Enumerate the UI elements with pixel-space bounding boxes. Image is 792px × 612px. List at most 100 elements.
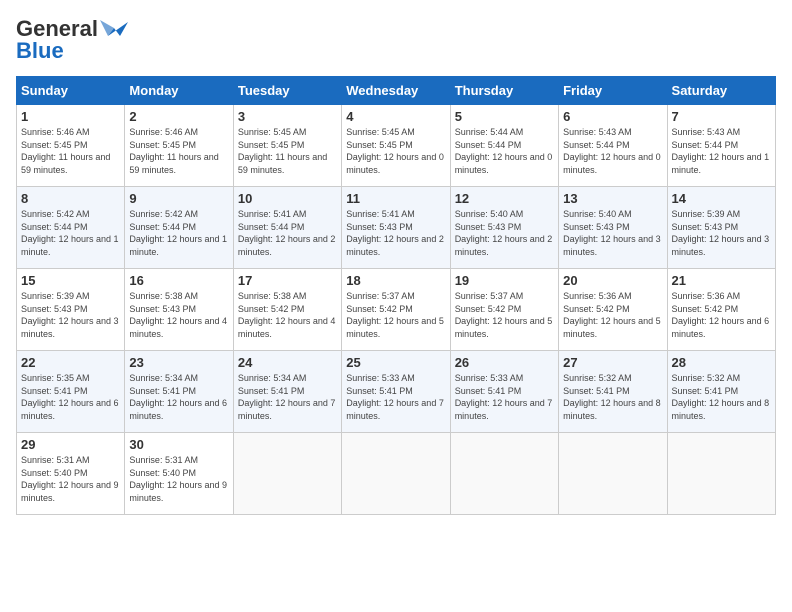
calendar-cell: 16 Sunrise: 5:38 AMSunset: 5:43 PMDayligh…	[125, 269, 233, 351]
calendar-cell: 11 Sunrise: 5:41 AMSunset: 5:43 PMDayligh…	[342, 187, 450, 269]
day-info: Sunrise: 5:37 AMSunset: 5:42 PMDaylight:…	[346, 290, 445, 340]
day-info: Sunrise: 5:44 AMSunset: 5:44 PMDaylight:…	[455, 126, 554, 176]
day-number: 27	[563, 355, 662, 370]
day-info: Sunrise: 5:33 AMSunset: 5:41 PMDaylight:…	[346, 372, 445, 422]
calendar-cell: 24 Sunrise: 5:34 AMSunset: 5:41 PMDayligh…	[233, 351, 341, 433]
col-header-sunday: Sunday	[17, 77, 125, 105]
logo: General Blue	[16, 16, 128, 64]
logo-blue: Blue	[16, 38, 64, 64]
day-info: Sunrise: 5:43 AMSunset: 5:44 PMDaylight:…	[672, 126, 771, 176]
day-number: 22	[21, 355, 120, 370]
calendar-week-0: 1 Sunrise: 5:46 AMSunset: 5:45 PMDaylight…	[17, 105, 776, 187]
col-header-monday: Monday	[125, 77, 233, 105]
day-info: Sunrise: 5:33 AMSunset: 5:41 PMDaylight:…	[455, 372, 554, 422]
day-info: Sunrise: 5:38 AMSunset: 5:43 PMDaylight:…	[129, 290, 228, 340]
calendar-cell: 30 Sunrise: 5:31 AMSunset: 5:40 PMDayligh…	[125, 433, 233, 515]
day-info: Sunrise: 5:42 AMSunset: 5:44 PMDaylight:…	[129, 208, 228, 258]
day-info: Sunrise: 5:38 AMSunset: 5:42 PMDaylight:…	[238, 290, 337, 340]
calendar-cell: 21 Sunrise: 5:36 AMSunset: 5:42 PMDayligh…	[667, 269, 775, 351]
day-info: Sunrise: 5:40 AMSunset: 5:43 PMDaylight:…	[563, 208, 662, 258]
calendar-cell: 18 Sunrise: 5:37 AMSunset: 5:42 PMDayligh…	[342, 269, 450, 351]
day-number: 23	[129, 355, 228, 370]
day-number: 14	[672, 191, 771, 206]
col-header-thursday: Thursday	[450, 77, 558, 105]
day-number: 26	[455, 355, 554, 370]
calendar-cell: 29 Sunrise: 5:31 AMSunset: 5:40 PMDayligh…	[17, 433, 125, 515]
col-header-tuesday: Tuesday	[233, 77, 341, 105]
day-number: 30	[129, 437, 228, 452]
calendar-cell: 10 Sunrise: 5:41 AMSunset: 5:44 PMDayligh…	[233, 187, 341, 269]
calendar-cell: 13Sunrise: 5:40 AMSunset: 5:43 PMDayligh…	[559, 187, 667, 269]
day-info: Sunrise: 5:35 AMSunset: 5:41 PMDaylight:…	[21, 372, 120, 422]
day-number: 25	[346, 355, 445, 370]
day-number: 7	[672, 109, 771, 124]
day-number: 21	[672, 273, 771, 288]
day-number: 12	[455, 191, 554, 206]
day-number: 29	[21, 437, 120, 452]
day-number: 20	[563, 273, 662, 288]
day-number: 4	[346, 109, 445, 124]
day-info: Sunrise: 5:41 AMSunset: 5:44 PMDaylight:…	[238, 208, 337, 258]
col-header-saturday: Saturday	[667, 77, 775, 105]
day-info: Sunrise: 5:45 AMSunset: 5:45 PMDaylight:…	[238, 126, 337, 176]
day-number: 5	[455, 109, 554, 124]
day-info: Sunrise: 5:37 AMSunset: 5:42 PMDaylight:…	[455, 290, 554, 340]
calendar-cell: 12 Sunrise: 5:40 AMSunset: 5:43 PMDayligh…	[450, 187, 558, 269]
calendar-cell: 5 Sunrise: 5:44 AMSunset: 5:44 PMDaylight…	[450, 105, 558, 187]
calendar-cell	[559, 433, 667, 515]
day-number: 18	[346, 273, 445, 288]
calendar-cell: 23 Sunrise: 5:34 AMSunset: 5:41 PMDayligh…	[125, 351, 233, 433]
day-number: 19	[455, 273, 554, 288]
day-info: Sunrise: 5:32 AMSunset: 5:41 PMDaylight:…	[563, 372, 662, 422]
col-header-friday: Friday	[559, 77, 667, 105]
calendar-cell: 20 Sunrise: 5:36 AMSunset: 5:42 PMDayligh…	[559, 269, 667, 351]
day-number: 28	[672, 355, 771, 370]
day-number: 16	[129, 273, 228, 288]
calendar-cell: 25 Sunrise: 5:33 AMSunset: 5:41 PMDayligh…	[342, 351, 450, 433]
calendar-cell	[233, 433, 341, 515]
calendar-cell	[667, 433, 775, 515]
calendar-cell: 15 Sunrise: 5:39 AMSunset: 5:43 PMDayligh…	[17, 269, 125, 351]
day-info: Sunrise: 5:31 AMSunset: 5:40 PMDaylight:…	[21, 454, 120, 504]
calendar-cell: 22 Sunrise: 5:35 AMSunset: 5:41 PMDayligh…	[17, 351, 125, 433]
day-info: Sunrise: 5:36 AMSunset: 5:42 PMDaylight:…	[672, 290, 771, 340]
calendar-cell: 27 Sunrise: 5:32 AMSunset: 5:41 PMDayligh…	[559, 351, 667, 433]
day-info: Sunrise: 5:34 AMSunset: 5:41 PMDaylight:…	[129, 372, 228, 422]
day-info: Sunrise: 5:31 AMSunset: 5:40 PMDaylight:…	[129, 454, 228, 504]
col-header-wednesday: Wednesday	[342, 77, 450, 105]
calendar-cell: 28Sunrise: 5:32 AMSunset: 5:41 PMDayligh…	[667, 351, 775, 433]
calendar-cell	[342, 433, 450, 515]
day-number: 15	[21, 273, 120, 288]
calendar-cell: 9Sunrise: 5:42 AMSunset: 5:44 PMDaylight…	[125, 187, 233, 269]
day-info: Sunrise: 5:39 AMSunset: 5:43 PMDaylight:…	[672, 208, 771, 258]
day-number: 6	[563, 109, 662, 124]
logo-bird-icon	[100, 18, 128, 40]
day-number: 11	[346, 191, 445, 206]
day-info: Sunrise: 5:39 AMSunset: 5:43 PMDaylight:…	[21, 290, 120, 340]
day-info: Sunrise: 5:45 AMSunset: 5:45 PMDaylight:…	[346, 126, 445, 176]
day-number: 24	[238, 355, 337, 370]
calendar-table: SundayMondayTuesdayWednesdayThursdayFrid…	[16, 76, 776, 515]
calendar-cell: 17Sunrise: 5:38 AMSunset: 5:42 PMDayligh…	[233, 269, 341, 351]
day-info: Sunrise: 5:34 AMSunset: 5:41 PMDaylight:…	[238, 372, 337, 422]
calendar-week-3: 22 Sunrise: 5:35 AMSunset: 5:41 PMDayligh…	[17, 351, 776, 433]
day-info: Sunrise: 5:36 AMSunset: 5:42 PMDaylight:…	[563, 290, 662, 340]
day-info: Sunrise: 5:41 AMSunset: 5:43 PMDaylight:…	[346, 208, 445, 258]
day-number: 10	[238, 191, 337, 206]
day-info: Sunrise: 5:42 AMSunset: 5:44 PMDaylight:…	[21, 208, 120, 258]
day-number: 3	[238, 109, 337, 124]
calendar-cell: 26 Sunrise: 5:33 AMSunset: 5:41 PMDayligh…	[450, 351, 558, 433]
calendar-cell: 3 Sunrise: 5:45 AMSunset: 5:45 PMDaylight…	[233, 105, 341, 187]
calendar-cell: 6Sunrise: 5:43 AMSunset: 5:44 PMDaylight…	[559, 105, 667, 187]
calendar-cell	[450, 433, 558, 515]
day-info: Sunrise: 5:46 AMSunset: 5:45 PMDaylight:…	[21, 126, 120, 176]
day-number: 2	[129, 109, 228, 124]
calendar-cell: 1 Sunrise: 5:46 AMSunset: 5:45 PMDaylight…	[17, 105, 125, 187]
calendar-cell: 14 Sunrise: 5:39 AMSunset: 5:43 PMDayligh…	[667, 187, 775, 269]
day-number: 1	[21, 109, 120, 124]
calendar-week-4: 29 Sunrise: 5:31 AMSunset: 5:40 PMDayligh…	[17, 433, 776, 515]
day-info: Sunrise: 5:40 AMSunset: 5:43 PMDaylight:…	[455, 208, 554, 258]
calendar-cell: 4 Sunrise: 5:45 AMSunset: 5:45 PMDaylight…	[342, 105, 450, 187]
calendar-week-1: 8Sunrise: 5:42 AMSunset: 5:44 PMDaylight…	[17, 187, 776, 269]
calendar-cell: 8Sunrise: 5:42 AMSunset: 5:44 PMDaylight…	[17, 187, 125, 269]
